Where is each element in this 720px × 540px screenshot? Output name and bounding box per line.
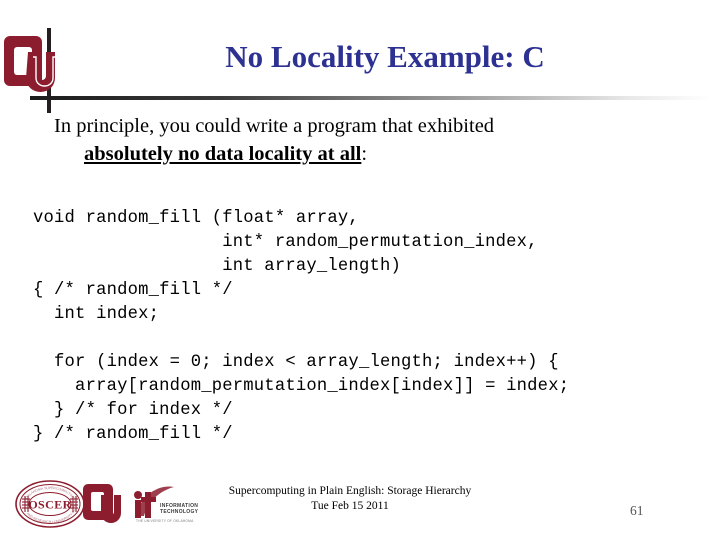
footer-title-line: Supercomputing in Plain English: Storage…	[228, 485, 472, 497]
ou-logo-icon	[4, 30, 56, 102]
slide-title: No Locality Example: C	[225, 39, 545, 74]
body-emphasis: absolutely no data locality at all	[84, 143, 362, 165]
code-line: int* random_permutation_index,	[33, 233, 538, 252]
code-line: int array_length)	[33, 257, 401, 276]
ou-logo	[83, 484, 121, 523]
code-line: for (index = 0; index < array_length; in…	[33, 353, 559, 372]
body-text-block: In principle, you could write a program …	[32, 112, 692, 168]
svg-text:THE UNIVERSITY OF OKLAHOMA: THE UNIVERSITY OF OKLAHOMA	[136, 519, 194, 523]
footer-date-line: Tue Feb 15 2011	[311, 500, 389, 512]
svg-text:OSCER: OSCER	[28, 498, 71, 512]
code-line: } /* for index */	[33, 401, 233, 420]
page-number: 61	[630, 503, 644, 518]
footer-text: Supercomputing in Plain English: Storage…	[150, 484, 550, 514]
body-line-1: In principle, you could write a program …	[54, 115, 495, 137]
oscer-seal-logo: OSCER OKLAHOMA SUPERCOMPUTING CENTER FOR…	[11, 475, 85, 528]
slide-canvas: No Locality Example: C In principle, you…	[0, 0, 720, 540]
body-line-2: absolutely no data locality at all:	[32, 140, 692, 168]
code-block: void random_fill (float* array, int* ran…	[33, 207, 569, 447]
code-line: } /* random_fill */	[33, 425, 233, 444]
code-line: void random_fill (float* array,	[33, 209, 359, 228]
body-line-2-tail: :	[361, 143, 368, 165]
code-line: { /* random_fill */	[33, 281, 233, 300]
code-line: array[random_permutation_index[index]] =…	[33, 377, 570, 396]
header-horizontal-rule	[30, 96, 710, 100]
code-line: int index;	[33, 305, 160, 324]
